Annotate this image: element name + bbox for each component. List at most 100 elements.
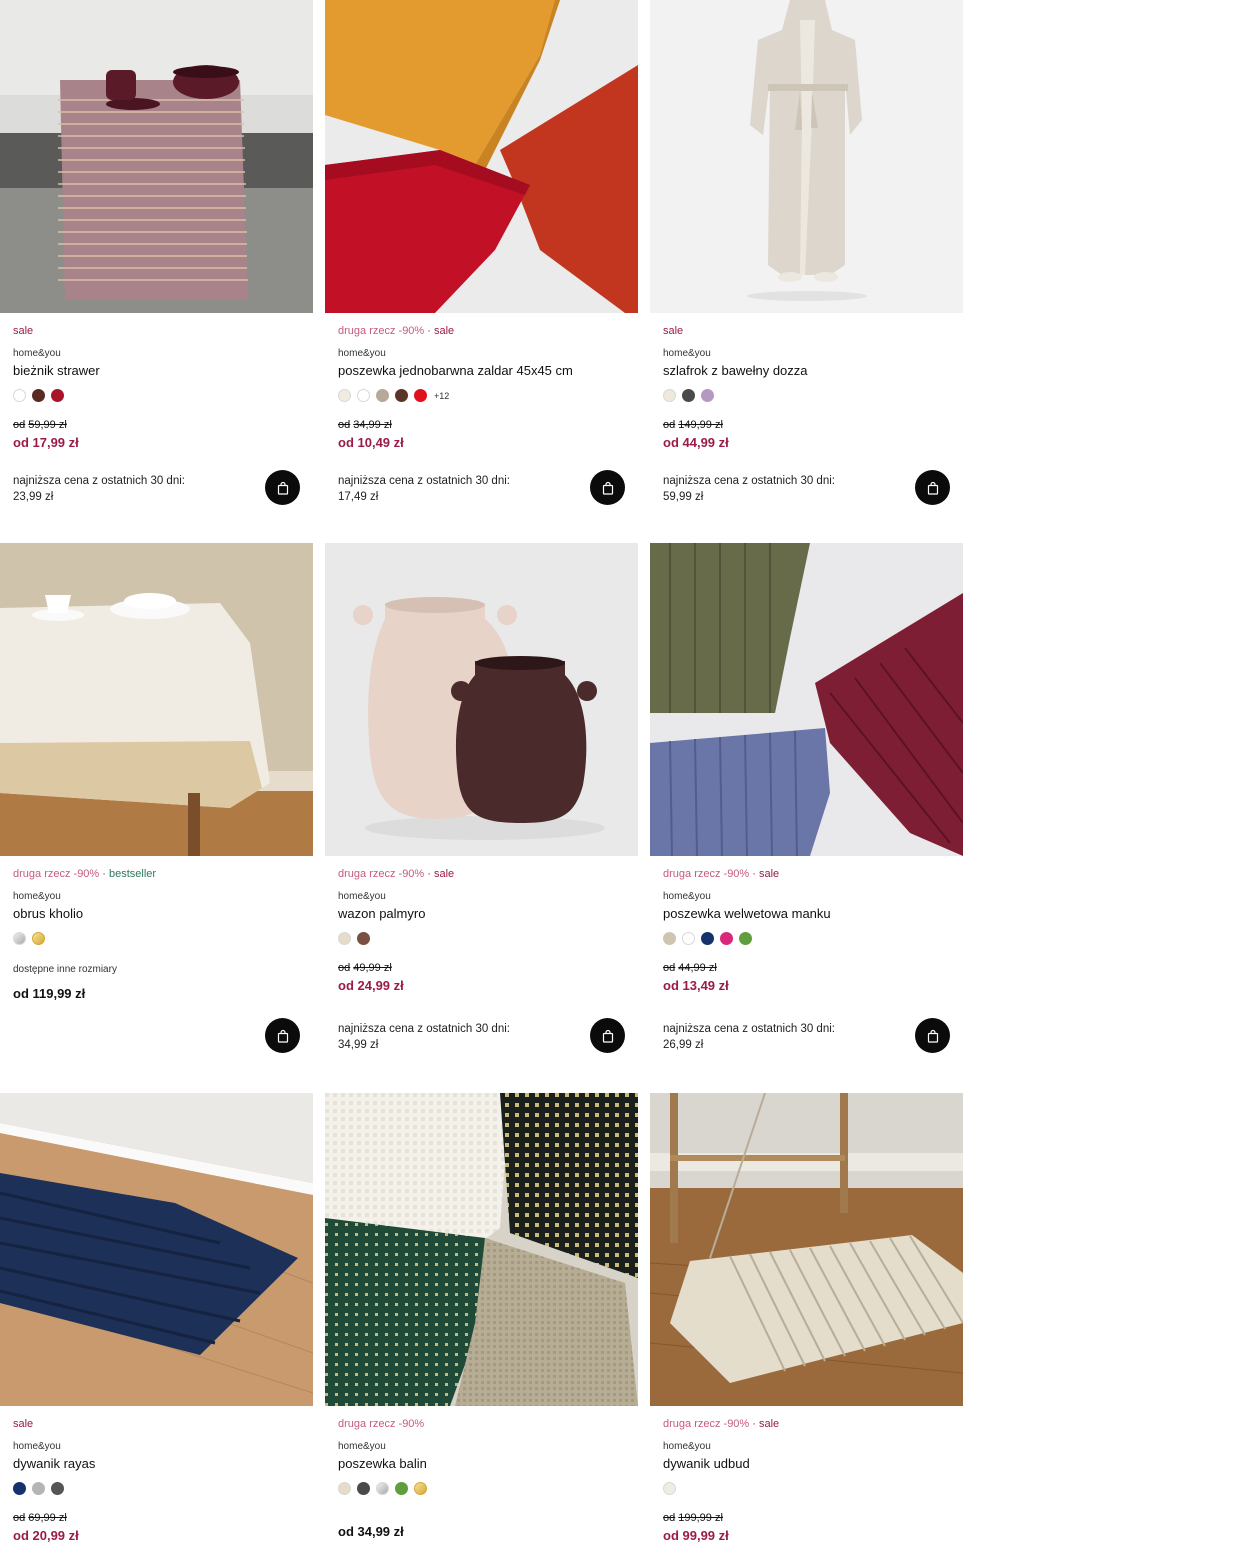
promo-label: druga rzecz -90% [338, 868, 425, 880]
color-swatch[interactable] [395, 389, 408, 402]
product-name[interactable]: szlafrok z bawełny dozza [663, 363, 808, 378]
product-image[interactable] [325, 1093, 638, 1406]
color-swatch[interactable] [13, 1482, 26, 1495]
product-image[interactable] [650, 1093, 963, 1406]
product-name[interactable]: dywanik rayas [13, 1456, 95, 1471]
color-swatch[interactable] [357, 932, 370, 945]
product-image[interactable] [0, 0, 313, 313]
product-card[interactable]: sale home&you szlafrok z bawełny dozza o… [650, 0, 963, 543]
shopping-bag-icon [277, 481, 288, 495]
color-swatch[interactable] [13, 389, 26, 402]
product-image[interactable] [325, 543, 638, 856]
color-swatches: +12 [338, 389, 449, 402]
color-swatch[interactable] [682, 389, 695, 402]
old-price: od 34,99 zł [338, 419, 392, 431]
color-swatch[interactable] [701, 389, 714, 402]
color-swatch[interactable] [357, 1482, 370, 1495]
product-image[interactable] [325, 0, 638, 313]
color-swatch[interactable] [663, 389, 676, 402]
old-price-prefix: od [338, 962, 351, 974]
old-price: od 49,99 zł [338, 962, 392, 974]
color-swatch[interactable] [739, 932, 752, 945]
color-swatches [13, 932, 45, 945]
color-swatch[interactable] [13, 932, 26, 945]
brand-name: home&you [13, 348, 61, 359]
product-card[interactable]: druga rzecz -90% · sale home&you poszewk… [325, 0, 638, 543]
color-swatch[interactable] [663, 932, 676, 945]
color-swatch[interactable] [376, 389, 389, 402]
brand-name: home&you [338, 891, 386, 902]
lowest-price-note: najniższa cena z ostatnich 30 dni: 34,99… [338, 1021, 558, 1053]
product-card[interactable]: druga rzecz -90% · sale home&you dywanik… [650, 1093, 963, 1561]
sale-price: od 24,99 zł [338, 978, 404, 993]
lowest-price-value: 23,99 zł [13, 491, 54, 503]
lowest-price-note: najniższa cena z ostatnich 30 dni: 17,49… [338, 473, 558, 505]
product-card[interactable]: sale home&you dywanik rayas od 69,99 zł o… [0, 1093, 313, 1561]
sale-badge: sale [434, 868, 455, 880]
add-to-cart-button[interactable] [590, 470, 625, 505]
bestseller-badge: bestseller [109, 868, 157, 880]
lowest-price-value: 17,49 zł [338, 491, 379, 503]
old-price: od 149,99 zł [663, 419, 723, 431]
color-swatch[interactable] [32, 389, 45, 402]
product-image[interactable] [0, 543, 313, 856]
product-name[interactable]: obrus kholio [13, 906, 83, 921]
add-to-cart-button[interactable] [265, 470, 300, 505]
color-swatches [13, 1482, 64, 1495]
brand-name: home&you [13, 1441, 61, 1452]
sale-price: od 13,49 zł [663, 978, 729, 993]
promo-label: druga rzecz -90% [338, 325, 425, 337]
product-name[interactable]: poszewka welwetowa manku [663, 906, 831, 921]
shopping-bag-icon [602, 481, 613, 495]
color-swatch[interactable] [51, 1482, 64, 1495]
color-swatch[interactable] [32, 932, 45, 945]
product-image[interactable] [650, 0, 963, 313]
product-name[interactable]: poszewka balin [338, 1456, 427, 1471]
add-to-cart-button[interactable] [265, 1018, 300, 1053]
sale-badge: sale [663, 325, 684, 337]
product-card[interactable]: druga rzecz -90% home&you poszewka balin… [325, 1093, 638, 1561]
add-to-cart-button[interactable] [915, 1018, 950, 1053]
color-swatch[interactable] [414, 1482, 427, 1495]
color-swatch[interactable] [663, 1482, 676, 1495]
promo-label: druga rzecz -90% [663, 1418, 750, 1430]
lowest-price-label: najniższa cena z ostatnich 30 dni: [13, 475, 185, 487]
color-swatch[interactable] [414, 389, 427, 402]
product-card[interactable]: druga rzecz -90% · sale home&you wazon p… [325, 543, 638, 1093]
more-colors-count[interactable]: +12 [434, 391, 449, 401]
lowest-price-label: najniższa cena z ostatnich 30 dni: [663, 1023, 835, 1035]
brand-name: home&you [13, 891, 61, 902]
color-swatch[interactable] [338, 932, 351, 945]
product-name[interactable]: poszewka jednobarwna zaldar 45x45 cm [338, 363, 573, 378]
color-swatch[interactable] [32, 1482, 45, 1495]
sale-price: od 10,49 zł [338, 435, 404, 450]
color-swatch[interactable] [395, 1482, 408, 1495]
promo-label: druga rzecz -90% [663, 868, 750, 880]
add-to-cart-button[interactable] [915, 470, 950, 505]
color-swatch[interactable] [338, 389, 351, 402]
product-name[interactable]: dywanik udbud [663, 1456, 750, 1471]
old-price-value: 44,99 zł [678, 962, 717, 974]
color-swatch[interactable] [701, 932, 714, 945]
product-name[interactable]: wazon palmyro [338, 906, 425, 921]
product-name[interactable]: bieżnik strawer [13, 363, 100, 378]
product-image[interactable] [650, 543, 963, 856]
brand-name: home&you [663, 1441, 711, 1452]
color-swatches [663, 932, 752, 945]
color-swatch[interactable] [682, 932, 695, 945]
product-card[interactable]: sale home&you bieżnik strawer od 59,99 zł… [0, 0, 313, 543]
product-tags: druga rzecz -90% [338, 1418, 424, 1430]
old-price-value: 59,99 zł [28, 419, 67, 431]
color-swatch[interactable] [357, 389, 370, 402]
old-price-value: 149,99 zł [678, 419, 723, 431]
product-card[interactable]: druga rzecz -90% · sale home&you poszewk… [650, 543, 963, 1093]
color-swatch[interactable] [720, 932, 733, 945]
color-swatch[interactable] [376, 1482, 389, 1495]
color-swatch[interactable] [51, 389, 64, 402]
lowest-price-note: najniższa cena z ostatnich 30 dni: 23,99… [13, 473, 233, 505]
product-card[interactable]: druga rzecz -90% · bestseller home&you o… [0, 543, 313, 1093]
product-image[interactable] [0, 1093, 313, 1406]
shopping-bag-icon [602, 1029, 613, 1043]
add-to-cart-button[interactable] [590, 1018, 625, 1053]
color-swatch[interactable] [338, 1482, 351, 1495]
